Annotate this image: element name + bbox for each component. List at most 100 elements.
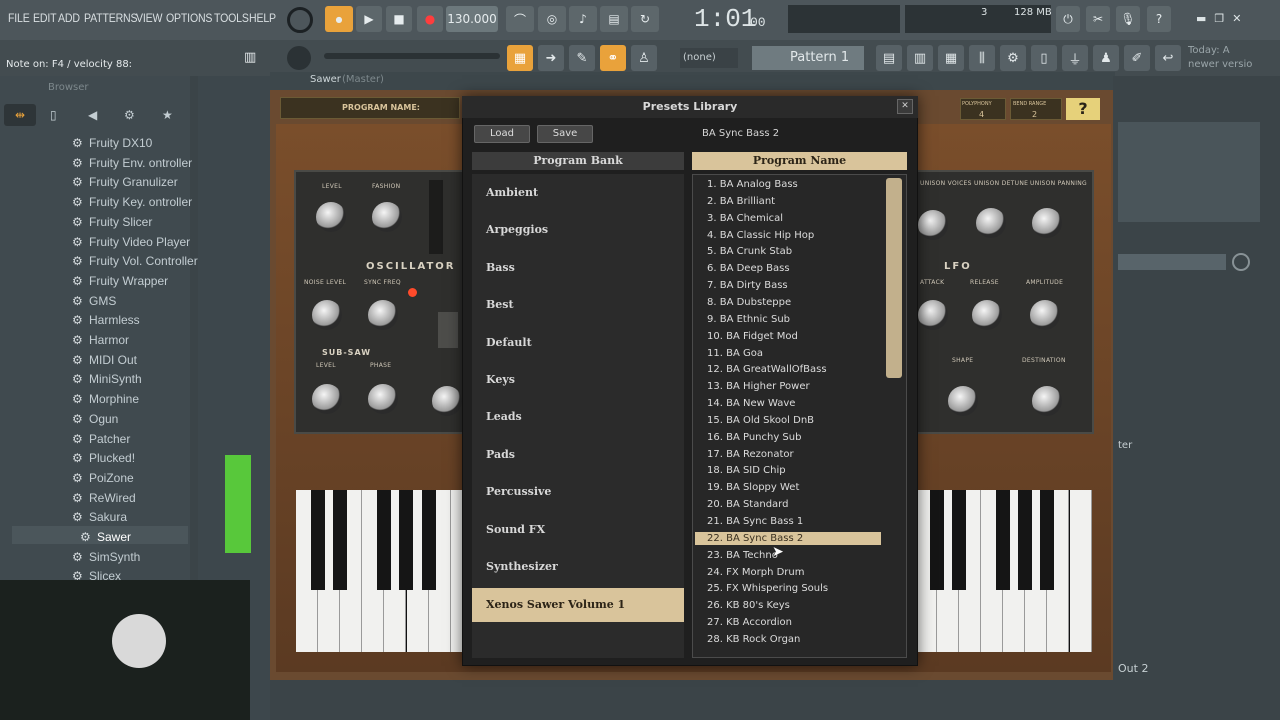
black-key[interactable] — [1040, 490, 1055, 590]
metronome-icon[interactable]: ⌒ — [506, 6, 534, 32]
program-name-item[interactable]: 4. BA Classic Hip Hop — [695, 229, 881, 242]
browser-item[interactable]: ⚙ Fruity DX10 — [72, 136, 152, 150]
program-name-item[interactable]: 27. KB Accordion — [695, 616, 881, 629]
master-volume-knob[interactable] — [287, 7, 313, 33]
program-bank-item[interactable]: Bass — [472, 251, 684, 285]
program-name-item[interactable]: 25. FX Whispering Souls — [695, 582, 881, 595]
tempo-display[interactable]: 130.000 — [446, 6, 498, 32]
sync-freq-knob[interactable] — [368, 300, 398, 330]
program-list-scrollbar[interactable] — [886, 178, 902, 378]
browser-item[interactable]: ⚙ MIDI Out — [72, 353, 137, 367]
lfo-destination-knob[interactable] — [1032, 386, 1062, 416]
browser-all-icon[interactable]: ⇹ — [4, 104, 36, 126]
black-key[interactable] — [311, 490, 325, 590]
program-name-item[interactable]: 15. BA Old Skool DnB — [695, 414, 881, 427]
play-button[interactable]: ▶ — [356, 6, 382, 32]
program-name-item[interactable]: 26. KB 80's Keys — [695, 599, 881, 612]
loop-record-icon[interactable]: ↻ — [631, 6, 659, 32]
snap-icon[interactable]: ▦ — [507, 45, 533, 71]
save-button[interactable]: Save — [537, 125, 593, 143]
browser-speaker-icon[interactable]: ◀ — [88, 108, 97, 122]
browser-item[interactable]: ⚙ Fruity Granulizer — [72, 175, 178, 189]
unison-detune-knob[interactable] — [976, 208, 1006, 238]
browser-item[interactable]: ⚙ Harmor — [72, 333, 129, 347]
browser-item[interactable]: ⚙ Morphine — [72, 392, 139, 406]
fashion-knob[interactable] — [372, 202, 402, 232]
browser-item[interactable]: ⚙ Patcher — [72, 432, 130, 446]
pencil-icon[interactable]: ✐ — [1124, 45, 1150, 71]
browser-item[interactable]: ⚙ Fruity Key. ontroller — [72, 195, 192, 209]
master-pitch-slider[interactable] — [324, 53, 500, 59]
program-name-item[interactable]: 24. FX Morph Drum — [695, 566, 881, 579]
browser-item[interactable]: ⚙ Fruity Video Player — [72, 235, 190, 249]
browser-item[interactable]: ⚙ Fruity Wrapper — [72, 274, 168, 288]
octave-knob[interactable] — [432, 386, 462, 416]
menu-edit[interactable]: EDIT — [33, 11, 57, 25]
program-name-item[interactable]: 19. BA Sloppy Wet — [695, 481, 881, 494]
arp-select[interactable]: (none) — [680, 48, 738, 68]
stop-button[interactable]: ■ — [386, 6, 412, 32]
lfo-amplitude-knob[interactable] — [1030, 300, 1060, 330]
black-key[interactable] — [399, 490, 414, 590]
black-key[interactable] — [333, 490, 348, 590]
person-icon[interactable]: ♟ — [1093, 45, 1119, 71]
menu-help[interactable]: HELP — [249, 11, 276, 25]
program-name-item[interactable]: 21. BA Sync Bass 1 — [695, 515, 881, 528]
program-bank-item[interactable]: Arpeggios — [472, 213, 684, 247]
wait-input-icon[interactable]: ◎ — [538, 6, 566, 32]
menu-tools[interactable]: TOOLS — [214, 11, 249, 25]
program-bank-item[interactable]: Default — [472, 326, 684, 360]
program-name-item[interactable]: 11. BA Goa — [695, 347, 881, 360]
browser-item[interactable]: ⚙ ReWired — [72, 491, 136, 505]
program-name-item[interactable]: 22. BA Sync Bass 2 — [695, 531, 881, 545]
link-icon[interactable]: ⚭ — [600, 45, 626, 71]
song-mode-toggle[interactable]: ● — [325, 6, 353, 32]
black-key[interactable] — [421, 490, 436, 590]
plug-icon[interactable]: ⏚ — [1062, 45, 1088, 71]
scissors-icon[interactable]: ✂ — [1086, 6, 1110, 32]
help-icon[interactable]: ? — [1147, 6, 1171, 32]
browser-item[interactable]: ⚙ GMS — [72, 294, 116, 308]
program-bank-item[interactable]: Synthesizer — [472, 550, 684, 584]
lfo-attack-knob[interactable] — [918, 300, 948, 330]
browser-item[interactable]: ⚙ Harmless — [72, 313, 140, 327]
browser-item[interactable]: ⚙ PoiZone — [72, 471, 134, 485]
program-bank-item[interactable]: Percussive — [472, 475, 684, 509]
program-name-item[interactable]: 14. BA New Wave — [695, 397, 881, 410]
brush-icon[interactable]: ✎ — [569, 45, 595, 71]
pitch-knob[interactable] — [287, 46, 311, 70]
program-name-item[interactable]: 20. BA Standard — [695, 498, 881, 511]
program-bank-item[interactable]: Xenos Sawer Volume 1 — [472, 588, 684, 622]
browser-item[interactable]: ⚙ Sakura — [72, 510, 127, 524]
hint-arrow-icon[interactable]: ↩ — [1155, 45, 1181, 71]
browser-item[interactable]: ⚙ SimSynth — [72, 550, 140, 564]
program-name-item[interactable]: 28. KB Rock Organ — [695, 633, 881, 646]
menu-file[interactable]: FILE — [8, 11, 30, 25]
menu-add[interactable]: ADD — [58, 11, 80, 25]
piano-roll-icon[interactable]: ▥ — [907, 45, 933, 71]
program-name-item[interactable]: 1. BA Analog Bass — [695, 178, 881, 191]
black-key[interactable] — [951, 490, 966, 590]
program-name-item[interactable]: 7. BA Dirty Bass — [695, 279, 881, 292]
browser-star-icon[interactable]: ★ — [162, 108, 173, 122]
plugin-picker-icon[interactable]: ⚙ — [1000, 45, 1026, 71]
next-arrow-icon[interactable]: ➜ — [538, 45, 564, 71]
envelope-slider[interactable] — [429, 180, 443, 254]
mixer-insert-select[interactable] — [1118, 254, 1226, 270]
piano-icon[interactable]: ▥ — [244, 50, 256, 65]
program-name-item[interactable]: 9. BA Ethnic Sub — [695, 313, 881, 326]
browser-files-icon[interactable]: ▯ — [50, 108, 57, 122]
program-name-item[interactable]: 18. BA SID Chip — [695, 464, 881, 477]
plugin-help-button[interactable]: ? — [1066, 98, 1100, 120]
black-key[interactable] — [996, 490, 1011, 590]
program-bank-item[interactable]: Pads — [472, 438, 684, 472]
menu-options[interactable]: OPTIONS — [166, 11, 212, 25]
record-button[interactable]: ● — [417, 6, 443, 32]
menu-view[interactable]: VIEW — [136, 11, 162, 25]
white-key[interactable] — [1069, 490, 1092, 652]
noise-level-knob[interactable] — [312, 300, 342, 330]
load-button[interactable]: Load — [474, 125, 530, 143]
waveform-switch[interactable] — [438, 312, 458, 348]
countdown-icon[interactable]: ♪ — [569, 6, 597, 32]
browser-item[interactable]: ⚙ Plucked! — [72, 451, 135, 465]
